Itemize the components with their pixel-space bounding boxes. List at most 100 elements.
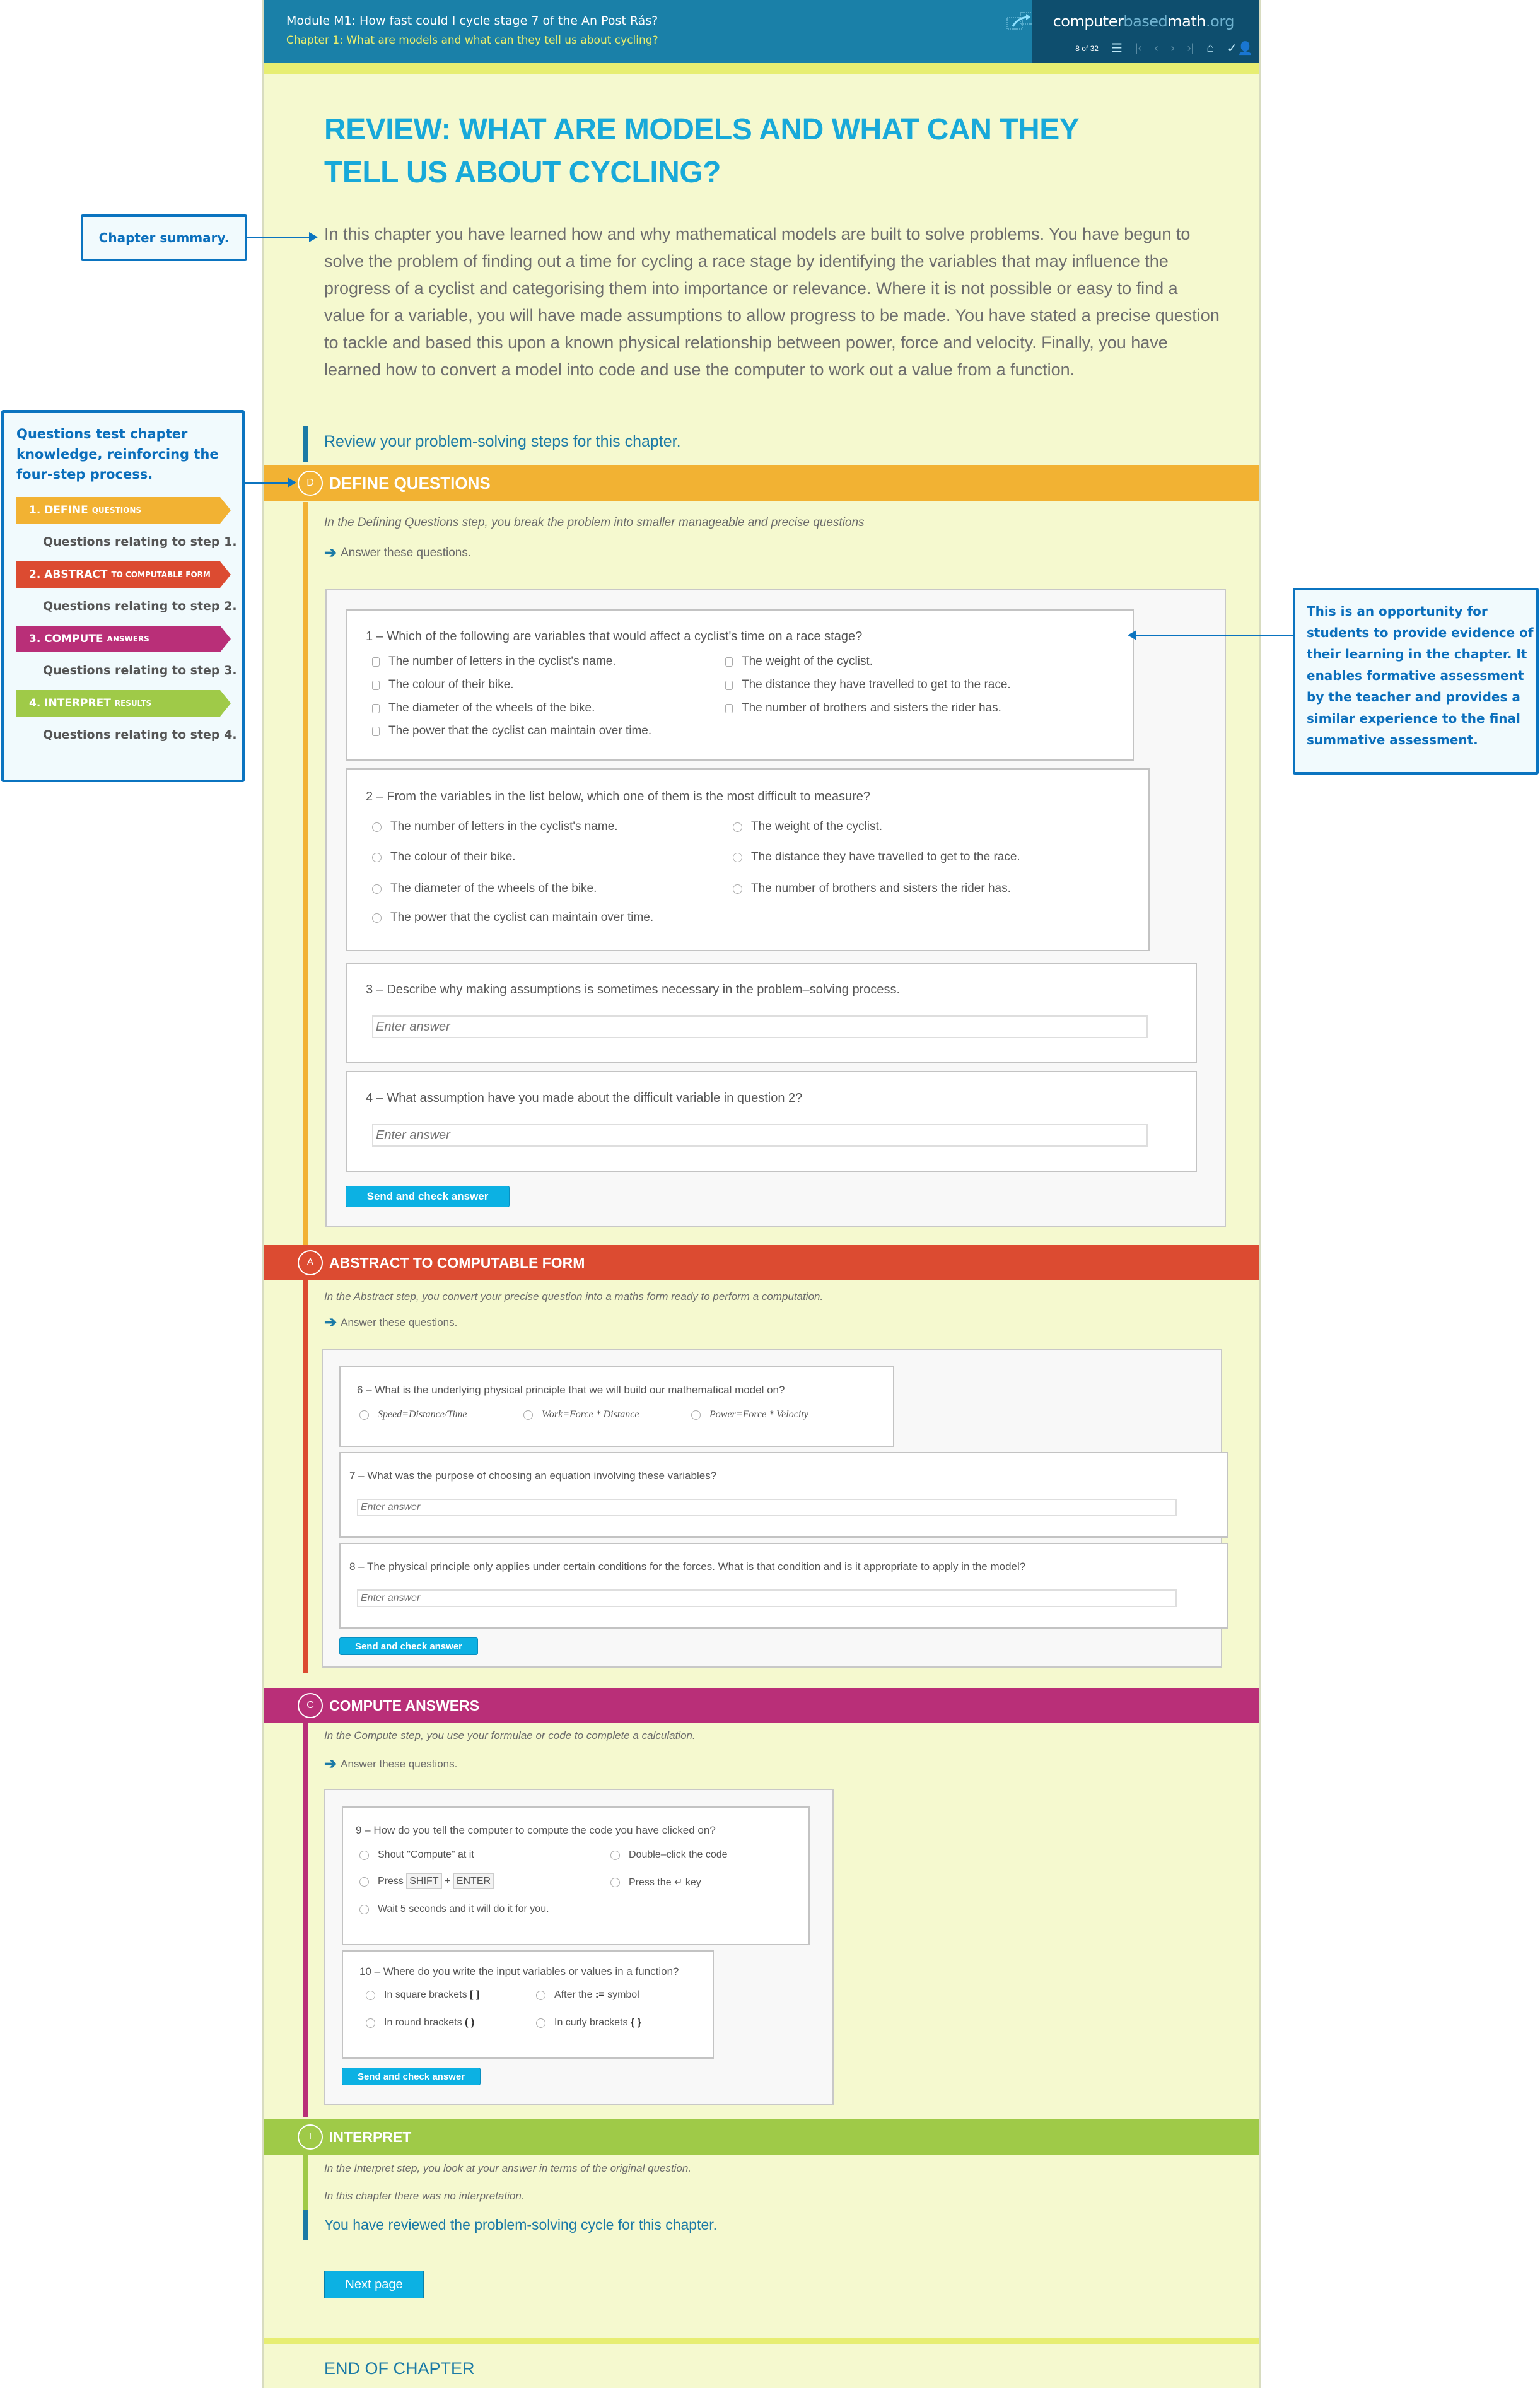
option-radio[interactable]: Wait 5 seconds and it will do it for you…: [359, 1904, 549, 1915]
option-label: The power that the cyclist can maintain …: [388, 724, 652, 737]
checkbox[interactable]: [725, 657, 733, 667]
radio[interactable]: [523, 1410, 533, 1420]
option-radio[interactable]: In square brackets [ ]: [366, 1989, 479, 2001]
option-radio[interactable]: The number of brothers and sisters the r…: [733, 882, 1011, 896]
option-radio[interactable]: In curly brackets { }: [536, 2017, 641, 2028]
shift-key: SHIFT: [406, 1873, 442, 1889]
option-label: Work=Force * Distance: [542, 1409, 639, 1420]
radio[interactable]: [733, 884, 742, 894]
checkbox[interactable]: [372, 680, 380, 690]
radio[interactable]: [372, 852, 382, 862]
option-label: The power that the cyclist can maintain …: [390, 911, 654, 924]
radio[interactable]: [359, 1904, 369, 1914]
chapter-title[interactable]: Chapter 1: What are models and what can …: [286, 34, 658, 47]
send-check-button[interactable]: Send and check answer: [342, 2068, 481, 2085]
radio[interactable]: [733, 852, 742, 862]
option-radio[interactable]: The weight of the cyclist.: [733, 820, 882, 834]
option-radio[interactable]: The colour of their bike.: [372, 850, 516, 864]
step-tag-interpret: 4. INTERPRET RESULTS: [16, 690, 231, 717]
option-prefix: Press the: [629, 1877, 672, 1888]
radio[interactable]: [691, 1410, 701, 1420]
option-checkbox[interactable]: The power that the cyclist can maintain …: [372, 724, 651, 738]
checkbox[interactable]: [372, 726, 380, 736]
arrow-right-icon: ➔: [324, 1314, 337, 1331]
answer-input[interactable]: [357, 1499, 1177, 1516]
option-checkbox[interactable]: The colour of their bike.: [372, 678, 514, 692]
next-page-button[interactable]: Next page: [324, 2271, 424, 2298]
option-checkbox[interactable]: The number of brothers and sisters the r…: [725, 701, 1001, 715]
option-text: In curly brackets: [554, 2017, 628, 2028]
square-brackets-symbol: [ ]: [470, 1989, 480, 2000]
question-panel-define: 1 – Which of the following are variables…: [325, 589, 1226, 1227]
option-radio[interactable]: Speed=Distance/Time: [359, 1409, 467, 1420]
last-page-icon[interactable]: ›|: [1187, 42, 1194, 55]
home-icon[interactable]: ⌂: [1206, 41, 1214, 56]
option-checkbox[interactable]: The distance they have travelled to get …: [725, 678, 1011, 692]
radio[interactable]: [536, 1990, 545, 2000]
option-checkbox[interactable]: The diameter of the wheels of the bike.: [372, 701, 595, 715]
prev-page-icon[interactable]: ‹: [1155, 42, 1158, 55]
radio[interactable]: [733, 822, 742, 832]
option-radio[interactable]: The power that the cyclist can maintain …: [372, 911, 653, 925]
question-panel-abstract: 6 – What is the underlying physical prin…: [322, 1349, 1228, 1668]
step-description: Questions relating to step 1.: [43, 535, 237, 549]
send-check-button[interactable]: Send and check answer: [346, 1186, 510, 1207]
radio[interactable]: [359, 1876, 369, 1887]
question-1: 1 – Which of the following are variables…: [346, 609, 1134, 761]
return-key-icon: ↵: [674, 1877, 683, 1888]
next-page-icon[interactable]: ›: [1171, 42, 1175, 55]
question-2: 2 – From the variables in the list below…: [346, 768, 1150, 951]
answer-input[interactable]: [357, 1589, 1177, 1607]
section-header-define: D DEFINE QUESTIONS: [264, 465, 1259, 501]
brand-area: computerbasedmath.org 8 of 32 ☰ |‹ ‹ › ›…: [1032, 0, 1259, 63]
send-check-button[interactable]: Send and check answer: [339, 1637, 478, 1655]
radio[interactable]: [366, 1990, 375, 2000]
option-checkbox[interactable]: The number of letters in the cyclist's n…: [372, 655, 616, 669]
checkbox[interactable]: [725, 680, 733, 690]
radio[interactable]: [359, 1850, 369, 1860]
radio[interactable]: [366, 2018, 375, 2028]
logo-part-math: math: [1167, 13, 1206, 30]
option-radio[interactable]: Power=Force * Velocity: [691, 1409, 808, 1420]
option-suffix: symbol: [607, 1989, 639, 2000]
radio[interactable]: [359, 1410, 369, 1420]
radio[interactable]: [372, 913, 382, 923]
interpret-letter-icon: I: [298, 2124, 323, 2150]
first-page-icon[interactable]: |‹: [1135, 42, 1142, 55]
step-tag-define: 1. DEFINE QUESTIONS: [16, 497, 231, 524]
option-checkbox[interactable]: The weight of the cyclist.: [725, 655, 873, 669]
option-radio[interactable]: Press the ↵ key: [610, 1876, 701, 1888]
section-header-interpret: I INTERPRET: [264, 2119, 1259, 2155]
define-letter-icon: D: [298, 471, 323, 496]
arrow-right-icon: ➔: [324, 544, 337, 561]
option-radio[interactable]: Double–click the code: [610, 1849, 728, 1861]
option-radio[interactable]: The distance they have travelled to get …: [733, 850, 1020, 864]
user-icon[interactable]: ✓👤: [1227, 40, 1253, 56]
radio[interactable]: [372, 822, 382, 832]
list-icon[interactable]: ☰: [1111, 40, 1123, 56]
radio[interactable]: [536, 2018, 545, 2028]
answer-prompt: ➔ Answer these questions.: [324, 544, 471, 562]
option-radio[interactable]: The diameter of the wheels of the bike.: [372, 882, 597, 896]
radio[interactable]: [610, 1850, 620, 1860]
option-radio[interactable]: Shout "Compute" at it: [359, 1849, 474, 1861]
radio[interactable]: [610, 1877, 620, 1887]
checkbox[interactable]: [372, 657, 380, 667]
option-radio[interactable]: Press SHIFT + ENTER: [359, 1873, 494, 1889]
answer-input[interactable]: [372, 1124, 1148, 1147]
site-logo[interactable]: computerbasedmath.org: [1053, 13, 1235, 30]
checkbox[interactable]: [372, 703, 380, 713]
option-radio[interactable]: Work=Force * Distance: [523, 1409, 639, 1420]
rail-interpret: [303, 2155, 308, 2210]
rail-intro: [303, 426, 308, 462]
answer-input[interactable]: [372, 1015, 1148, 1038]
option-suffix: key: [685, 1877, 701, 1888]
checkbox[interactable]: [725, 703, 733, 713]
question-text: 10 – Where do you write the input variab…: [359, 1965, 679, 1977]
step-description: Questions relating to step 4.: [43, 728, 237, 742]
step-main: 3. COMPUTE: [29, 633, 103, 645]
option-radio[interactable]: In round brackets ( ): [366, 2017, 474, 2028]
option-radio[interactable]: The number of letters in the cyclist's n…: [372, 820, 618, 834]
radio[interactable]: [372, 884, 382, 894]
option-radio[interactable]: After the := symbol: [536, 1989, 639, 2001]
